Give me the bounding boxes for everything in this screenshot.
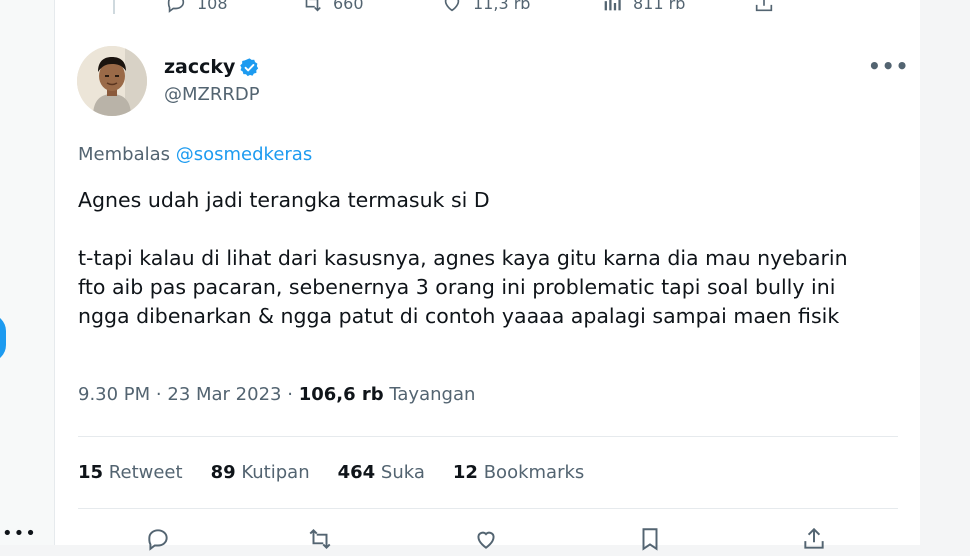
divider: [78, 436, 898, 437]
retweet-icon: [305, 0, 321, 12]
reply-icon: [148, 529, 168, 551]
bookmarks-stat[interactable]: 12 Bookmarks: [453, 462, 584, 483]
previous-like-count: 11,3 rb: [473, 0, 531, 13]
tweet-text-line-1: Agnes udah jadi terangka termasuk si D: [78, 188, 490, 212]
reply-icon: [167, 0, 185, 13]
bookmark-icon: [642, 528, 658, 551]
replying-to-label: Membalas: [78, 144, 171, 165]
author-avatar[interactable]: [77, 46, 147, 116]
bookmarks-count: 12: [452, 462, 478, 483]
more-horizontal-icon[interactable]: •••: [868, 54, 909, 78]
quotes-stat[interactable]: 89 Kutipan: [211, 462, 310, 483]
previous-retweet-button[interactable]: 660: [301, 0, 364, 14]
retweets-stat[interactable]: 15 Retweet: [78, 462, 183, 483]
reply-button[interactable]: [145, 526, 171, 552]
avatar-image: [77, 46, 147, 116]
share-button[interactable]: [801, 526, 827, 552]
like-button[interactable]: [473, 526, 499, 552]
previous-reply-button[interactable]: 108: [165, 0, 228, 14]
share-icon: [804, 527, 824, 549]
replying-to: Membalas @sosmedkeras: [78, 144, 312, 165]
previous-like-button[interactable]: 11,3 rb: [441, 0, 530, 14]
previous-reply-count: 108: [197, 0, 228, 13]
quotes-label: Kutipan: [241, 462, 310, 483]
tweet-views-count: 106,6 rb: [298, 384, 384, 405]
meta-separator: ·: [155, 384, 168, 405]
author-name[interactable]: zaccky: [164, 56, 260, 78]
heart-icon: [477, 531, 495, 549]
likes-stat[interactable]: 464 Suka: [338, 462, 425, 483]
previous-views-count: 811 rb: [633, 0, 686, 13]
heart-icon: [444, 0, 460, 12]
verified-badge-icon: [240, 57, 259, 76]
retweet-icon: [309, 528, 331, 550]
replying-to-mention[interactable]: @sosmedkeras: [176, 144, 312, 165]
compose-tweet-button[interactable]: [0, 314, 6, 362]
retweets-count: 15: [78, 462, 104, 483]
likes-count: 464: [337, 462, 376, 483]
author-name-text: zaccky: [164, 56, 236, 78]
quotes-count: 89: [210, 462, 236, 483]
retweets-label: Retweet: [108, 462, 183, 483]
tweet-detail: 108 660 11,3 rb 811 rb zaccky @MZRRDP ••…: [54, 0, 921, 551]
tweet-text: Agnes udah jadi terangka termasuk si D t…: [78, 186, 878, 331]
tweet-text-line-2: t-tapi kalau di lihat dari kasusnya, agn…: [78, 246, 848, 328]
share-icon: [755, 0, 773, 12]
views-icon: [604, 0, 621, 11]
tweet-views-label: Tayangan: [389, 384, 476, 405]
author-handle[interactable]: @MZRRDP: [164, 84, 260, 105]
right-sidebar: [920, 0, 970, 545]
tweet-time[interactable]: 9.30 PM: [78, 384, 150, 405]
likes-label: Suka: [380, 462, 425, 483]
bookmark-button[interactable]: [637, 526, 663, 552]
tweet-stats: 15 Retweet 89 Kutipan 464 Suka 12 Bookma…: [78, 462, 584, 483]
previous-views-button[interactable]: 811 rb: [601, 0, 685, 14]
previous-share-button[interactable]: [753, 0, 775, 14]
retweet-button[interactable]: [307, 526, 333, 552]
previous-tweet-actions: 108 660 11,3 rb 811 rb: [55, 0, 920, 14]
bookmarks-label: Bookmarks: [483, 462, 585, 483]
tweet-date[interactable]: 23 Mar 2023: [167, 384, 281, 405]
tweet-meta: 9.30 PM · 23 Mar 2023 · 106,6 rb Tayanga…: [78, 384, 475, 405]
previous-retweet-count: 660: [333, 0, 364, 13]
meta-separator: ·: [287, 384, 299, 405]
left-sidebar: •••: [0, 0, 54, 545]
divider: [78, 508, 898, 509]
more-menu-icon[interactable]: •••: [2, 523, 37, 544]
tweet-actions: [55, 526, 920, 551]
